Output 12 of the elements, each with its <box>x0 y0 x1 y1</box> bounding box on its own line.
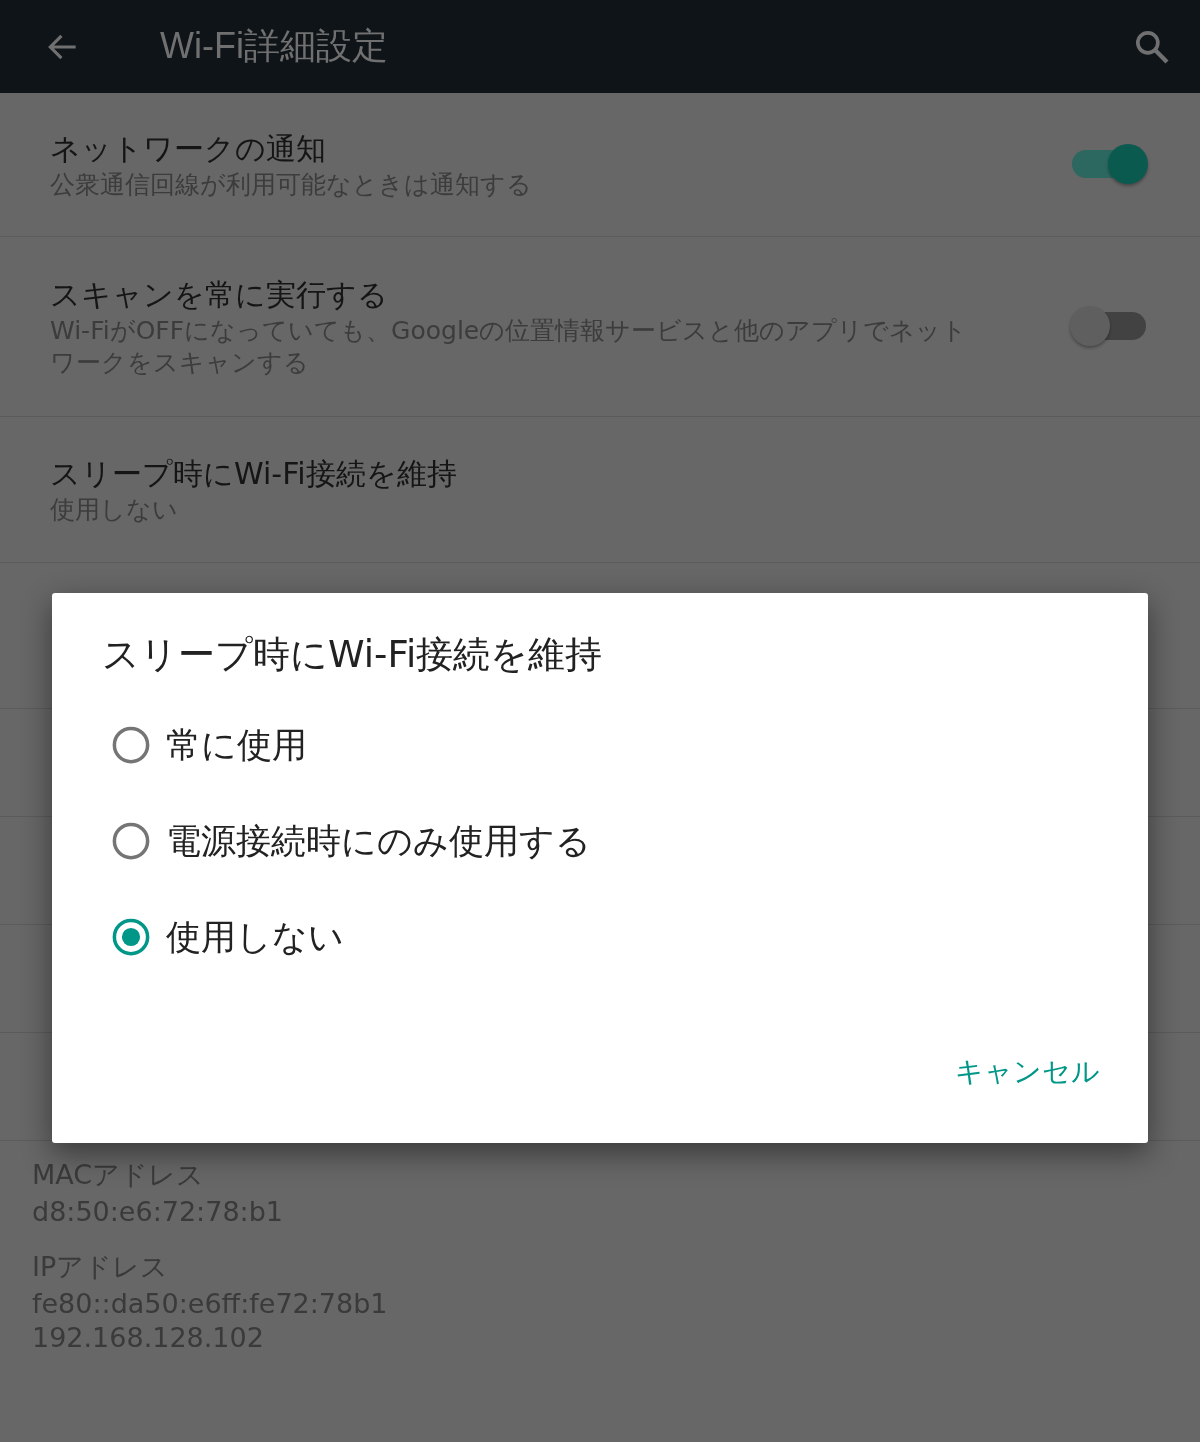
radio-button[interactable] <box>110 724 152 766</box>
setting-title: スリープ時にWi-Fi接続を維持 <box>50 454 458 493</box>
radio-button[interactable] <box>110 820 152 862</box>
option-label[interactable]: 使用しない <box>166 913 344 961</box>
radio-button[interactable] <box>110 916 152 958</box>
option-label[interactable]: 電源接続時にのみ使用する <box>166 817 591 865</box>
cancel-button[interactable]: キャンセル <box>955 1049 1100 1095</box>
setting-title: スキャンを常に実行する <box>50 275 389 314</box>
setting-title: ネットワークの通知 <box>50 129 327 168</box>
screen-title: Wi-Fi詳細設定 <box>160 24 389 68</box>
option-label[interactable]: 常に使用 <box>166 721 307 769</box>
dialog-title: スリープ時にWi-Fi接続を維持 <box>102 632 603 678</box>
